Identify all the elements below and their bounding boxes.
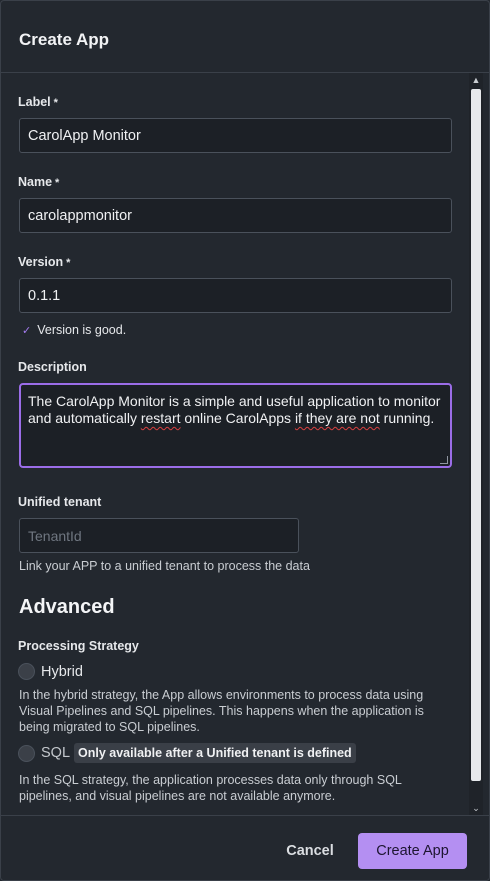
tenant-help-text: Link your APP to a unified tenant to pro… bbox=[19, 559, 310, 573]
sql-radio-option[interactable]: SQL Only available after a Unified tenan… bbox=[18, 743, 356, 763]
resize-handle[interactable] bbox=[440, 456, 448, 464]
dialog-footer: Cancel Create App bbox=[1, 815, 489, 880]
tenant-input[interactable]: TenantId bbox=[19, 518, 299, 553]
processing-strategy-label: Processing Strategy bbox=[18, 639, 139, 653]
dialog-title: Create App bbox=[19, 30, 110, 49]
sql-radio-label: SQL bbox=[41, 745, 71, 761]
hybrid-radio-option[interactable]: Hybrid bbox=[18, 663, 83, 680]
scroll-down-icon[interactable]: ⌄ bbox=[469, 801, 483, 815]
sql-availability-badge: Only available after a Unified tenant is… bbox=[74, 743, 356, 763]
scroll-up-icon[interactable]: ▲ bbox=[469, 73, 483, 87]
hybrid-help-text: In the hybrid strategy, the App allows e… bbox=[19, 688, 424, 734]
description-textarea[interactable]: The CarolApp Monitor is a simple and use… bbox=[19, 383, 452, 468]
create-app-button[interactable]: Create App bbox=[358, 833, 467, 869]
description-misspelled-word: restart bbox=[140, 410, 181, 426]
sql-radio[interactable] bbox=[18, 744, 35, 762]
advanced-heading: Advanced bbox=[19, 596, 115, 618]
version-validation-text: Version is good. bbox=[37, 323, 127, 337]
required-marker: * bbox=[53, 97, 58, 109]
label-input[interactable]: CarolApp Monitor bbox=[19, 118, 452, 153]
tenant-field-label: Unified tenant bbox=[18, 495, 102, 509]
name-field-label: Name * bbox=[18, 175, 59, 189]
required-marker: * bbox=[66, 257, 71, 269]
scrollbar[interactable]: ▲ ⌄ bbox=[469, 73, 483, 815]
description-field-label: Description bbox=[18, 360, 87, 374]
description-text: online CarolApps bbox=[180, 410, 295, 426]
version-field-label-text: Version bbox=[18, 255, 64, 269]
hybrid-radio[interactable] bbox=[18, 663, 35, 680]
cancel-button[interactable]: Cancel bbox=[271, 833, 349, 869]
version-field-label: Version * bbox=[18, 255, 70, 269]
version-input[interactable]: 0.1.1 bbox=[19, 278, 452, 313]
dialog-header: Create App bbox=[1, 1, 489, 73]
check-icon: ✓ bbox=[22, 324, 32, 337]
scrollbar-thumb[interactable] bbox=[471, 89, 481, 781]
name-input[interactable]: carolappmonitor bbox=[19, 198, 452, 233]
version-validation: ✓ Version is good. bbox=[22, 323, 126, 337]
dialog-body: Label * CarolApp Monitor Name * carolappmo… bbox=[1, 73, 469, 815]
description-misspelled-word: if they are not bbox=[294, 410, 380, 426]
description-text: running. bbox=[379, 410, 435, 426]
label-field-label: Label * bbox=[18, 95, 58, 109]
hybrid-radio-label: Hybrid bbox=[41, 663, 83, 680]
create-app-dialog: Create App Label * CarolApp Monitor Name *… bbox=[0, 0, 490, 881]
name-field-label-text: Name bbox=[18, 175, 53, 189]
sql-help-text: In the SQL strategy, the application pro… bbox=[19, 773, 402, 803]
label-field-label-text: Label bbox=[18, 95, 51, 109]
required-marker: * bbox=[55, 177, 60, 189]
